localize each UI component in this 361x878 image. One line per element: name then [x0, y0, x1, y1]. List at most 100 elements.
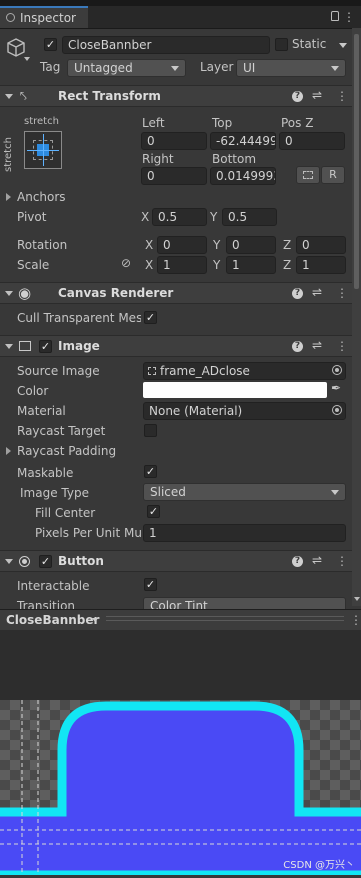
drag-handle-line[interactable]	[106, 616, 344, 617]
bottom-field[interactable]: 0.0149993	[210, 167, 276, 185]
rotation-x-field[interactable]: 0	[157, 236, 207, 254]
tab-menu-icon[interactable]: ⋮	[343, 11, 355, 23]
preview-dropdown-icon[interactable]	[92, 618, 98, 622]
maskable-checkbox[interactable]: ✓	[144, 465, 157, 478]
interactable-checkbox[interactable]: ✓	[144, 578, 157, 591]
presets-icon[interactable]: ⇌	[312, 88, 322, 102]
scroll-down-arrow-icon[interactable]	[354, 597, 360, 601]
help-icon[interactable]: ?	[292, 91, 303, 102]
scale-y-label: Y	[213, 258, 221, 272]
rect-transform-icon: ⤣	[20, 89, 27, 103]
material-field[interactable]: None (Material)	[143, 402, 346, 420]
object-picker-icon[interactable]	[332, 365, 342, 375]
active-checkbox[interactable]: ✓	[44, 38, 57, 51]
left-field[interactable]: 0	[141, 132, 207, 150]
layer-dropdown[interactable]: UI	[236, 59, 346, 77]
fill-center-checkbox[interactable]: ✓	[147, 505, 160, 518]
static-dropdown-caret[interactable]	[339, 43, 347, 48]
foldout-arrow-icon[interactable]	[5, 94, 13, 99]
posz-field[interactable]: 0	[279, 132, 345, 150]
fill-center-label: Fill Center	[35, 506, 96, 520]
inspector-scroll-thumb[interactable]	[354, 34, 359, 289]
component-menu-icon[interactable]: ⋮	[336, 287, 348, 299]
tab-label: Inspector	[20, 11, 76, 25]
constrain-proportions-icon[interactable]: ⊘	[121, 256, 131, 270]
foldout-arrow-icon[interactable]	[5, 291, 13, 296]
anchor-h-label: stretch	[24, 116, 59, 127]
material-label: Material	[17, 404, 66, 418]
canvas-renderer-header[interactable]: ◉ Canvas Renderer ? ⇌ ⋮	[0, 282, 352, 304]
image-enabled-checkbox[interactable]: ✓	[39, 340, 52, 353]
component-menu-icon[interactable]: ⋮	[336, 90, 348, 102]
blueprint-mode-button[interactable]	[296, 166, 320, 184]
scale-z-label: Z	[283, 258, 292, 272]
top-field[interactable]: -62.44499	[210, 132, 276, 150]
foldout-arrow-icon[interactable]	[5, 559, 13, 564]
button-enabled-checkbox[interactable]: ✓	[39, 555, 52, 568]
static-label: Static	[292, 37, 327, 51]
right-field[interactable]: 0	[141, 167, 207, 185]
color-swatch[interactable]	[143, 382, 327, 398]
preview-menu-icon[interactable]: ⋮	[350, 614, 361, 626]
pivot-y-label: Y	[210, 210, 218, 224]
eyedropper-icon[interactable]: ✒	[331, 381, 341, 395]
tab-inspector[interactable]: Inspector	[0, 6, 88, 28]
eye-icon: ◉	[18, 284, 32, 302]
gameobject-cube-icon	[5, 37, 27, 59]
scale-y-field[interactable]: 1	[226, 256, 276, 274]
transition-value: Color Tint	[150, 599, 208, 609]
preview-object-name[interactable]: CloseBannber	[6, 613, 99, 627]
scale-x-label: X	[145, 258, 154, 272]
presets-icon[interactable]: ⇌	[312, 338, 322, 352]
image-type-label: Image Type	[20, 486, 89, 500]
scale-z-field[interactable]: 1	[296, 256, 346, 274]
raycast-padding-label[interactable]: Raycast Padding	[17, 444, 116, 458]
rotation-z-field[interactable]: 0	[296, 236, 346, 254]
preview-toolbar: CloseBannber ⋮	[0, 609, 361, 630]
cull-transparent-mesh-checkbox[interactable]: ✓	[144, 311, 157, 324]
image-title: Image	[58, 339, 100, 353]
pixels-per-unit-field[interactable]: 1	[143, 524, 346, 542]
help-icon[interactable]: ?	[292, 288, 303, 299]
foldout-arrow-icon[interactable]	[5, 344, 13, 349]
transition-label: Transition	[17, 599, 76, 609]
pivot-y-field[interactable]: 0.5	[222, 208, 277, 226]
transition-dropdown[interactable]: Color Tint	[143, 597, 346, 609]
pivot-x-field[interactable]: 0.5	[152, 208, 207, 226]
rotation-y-field[interactable]: 0	[226, 236, 276, 254]
component-menu-icon[interactable]: ⋮	[336, 340, 348, 352]
object-picker-icon[interactable]	[332, 405, 342, 415]
button-title: Button	[58, 554, 104, 568]
image-header[interactable]: ✓ Image ? ⇌ ⋮	[0, 335, 352, 357]
raycast-padding-foldout-icon[interactable]	[6, 447, 11, 455]
drag-handle-line[interactable]	[106, 620, 344, 621]
icon-dropdown-caret[interactable]	[24, 57, 30, 61]
tag-value: Untagged	[74, 61, 133, 75]
raycast-target-checkbox[interactable]	[144, 424, 157, 437]
rect-transform-header[interactable]: ⤣ Rect Transform ? ⇌ ⋮	[0, 85, 352, 107]
anchor-preset-button[interactable]	[24, 131, 62, 169]
interactable-label: Interactable	[17, 579, 90, 593]
component-menu-icon[interactable]: ⋮	[336, 555, 348, 567]
bottom-label: Bottom	[212, 152, 257, 166]
anchors-foldout-icon[interactable]	[6, 193, 11, 201]
help-icon[interactable]: ?	[292, 556, 303, 567]
help-icon[interactable]: ?	[292, 341, 303, 352]
raw-edit-button[interactable]: R	[321, 166, 345, 184]
static-checkbox[interactable]	[275, 38, 288, 51]
object-name-field[interactable]: CloseBannber	[62, 36, 270, 54]
button-header[interactable]: ✓ Button ? ⇌ ⋮	[0, 550, 352, 572]
tag-dropdown[interactable]: Untagged	[67, 59, 186, 77]
presets-icon[interactable]: ⇌	[312, 553, 322, 567]
lock-icon[interactable]	[331, 11, 339, 21]
image-type-dropdown[interactable]: Sliced	[143, 483, 346, 501]
watermark: CSDN @万兴丶	[283, 860, 355, 871]
scale-x-field[interactable]: 1	[157, 256, 207, 274]
pixels-per-unit-label: Pixels Per Unit Mult	[35, 526, 145, 540]
tag-label: Tag	[40, 60, 61, 74]
color-label: Color	[17, 384, 49, 398]
presets-icon[interactable]: ⇌	[312, 285, 322, 299]
anchors-label[interactable]: Anchors	[17, 190, 66, 204]
source-image-field[interactable]: frame_ADclose	[143, 362, 346, 380]
raycast-target-label: Raycast Target	[17, 424, 106, 438]
